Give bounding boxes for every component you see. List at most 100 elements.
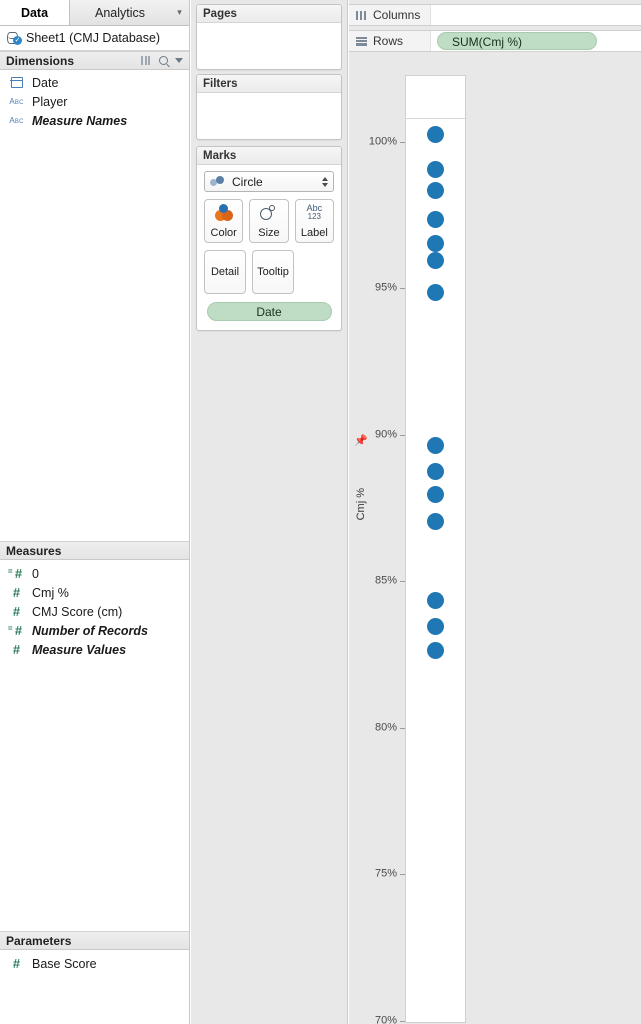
marks-pill-date[interactable]: Date [206,302,332,321]
marks-tooltip-button[interactable]: Tooltip [252,250,294,294]
y-axis-tick-label: 90% [374,428,397,441]
tab-analytics[interactable]: Analytics [70,0,170,25]
measure-measure-values-label: Measure Values [32,642,127,657]
chart-mark-circle[interactable] [427,252,444,270]
rows-shelf[interactable]: Rows SUM(Cmj %) [349,30,641,52]
hash-icon: # [12,956,21,971]
hash-icon: # [12,604,21,619]
abc-icon: Abc [9,97,24,106]
chart-mark-circle[interactable] [427,618,444,636]
chart-mark-circle[interactable] [427,436,444,454]
tab-data[interactable]: Data [0,0,70,25]
chart-mark-circle[interactable] [427,284,444,302]
chart-mark-circle[interactable] [427,462,444,480]
measure-cmj-score[interactable]: # CMJ Score (cm) [0,602,189,621]
search-icon[interactable] [159,56,168,65]
chevron-updown-icon[interactable] [322,176,328,187]
hash-calc-icon: # [8,567,25,580]
circle-marks-icon [210,176,225,187]
view-area: Columns Rows SUM(Cmj %) 📌 Cmj % 100% 95% 9… [349,0,641,1024]
sort-icon[interactable]: ▾ [170,0,189,25]
marks-card: Marks Circle Color Size Abc 123 Label De… [196,146,342,331]
y-axis[interactable]: 📌 Cmj % 100% 95% 90% 85% 80% 75% 70% [349,75,405,1024]
marks-size-button[interactable]: Size [249,199,289,243]
marks-label-label: Label [300,227,328,239]
chart-mark-circle[interactable] [427,641,444,659]
measures-header: Measures [0,541,189,560]
columns-shelf[interactable]: Columns [349,4,641,26]
dimension-player-label: Player [32,94,68,109]
data-pane: Data Analytics ▾ ✓ Sheet1 (CMJ Database)… [0,0,190,1024]
rows-pill-sum-cmj-pct[interactable]: SUM(Cmj %) [437,32,597,50]
pages-shelf-dropzone[interactable] [197,23,341,69]
chart-mark-circle[interactable] [427,126,444,144]
marks-label-button[interactable]: Abc 123 Label [294,199,334,243]
chart-mark-circle[interactable] [427,486,444,504]
measure-cmj-pct[interactable]: # Cmj % [0,583,189,602]
rows-shelf-dropzone[interactable]: SUM(Cmj %) [431,32,641,50]
chart-mark-circle[interactable] [427,512,444,530]
chart-mark-circle[interactable] [427,234,444,252]
filters-shelf-dropzone[interactable] [197,93,341,139]
y-axis-tick-label: 75% [374,867,397,880]
y-axis-tick-label: 80% [374,721,397,734]
chart-mark-circle[interactable] [427,181,444,199]
label-icon-123: 123 [307,212,321,221]
marks-card-body: Circle Color Size Abc 123 Label Detail T… [197,165,341,330]
dimensions-empty-space [0,128,189,539]
mark-type-dropdown[interactable]: Circle [204,171,334,192]
grid-icon[interactable] [141,56,152,65]
marks-detail-button[interactable]: Detail [204,250,246,294]
hash-calc-icon: # [8,624,25,637]
measure-number-of-records-label: Number of Records [32,623,148,638]
measure-measure-values[interactable]: # Measure Values [0,640,189,659]
calendar-icon [8,77,25,88]
datasource-row[interactable]: ✓ Sheet1 (CMJ Database) [0,26,189,51]
datasource-label: Sheet1 (CMJ Database) [26,31,161,45]
measures-field-list: # 0 # Cmj % # CMJ Score (cm) # Number of… [0,561,189,659]
marks-detail-label: Detail [210,266,240,278]
parameters-title: Parameters [6,933,72,948]
rows-shelf-label: Rows [349,31,431,51]
cards-column: Pages Filters Marks Circle Color Size Ab… [191,0,348,1024]
chevron-down-icon[interactable] [175,58,183,63]
dimensions-header-icons [141,56,183,65]
plot-area[interactable] [406,120,465,1022]
worksheet-canvas: 📌 Cmj % 100% 95% 90% 85% 80% 75% 70% [349,62,641,1024]
measures-title: Measures [6,543,62,558]
y-axis-title: Cmj % [355,488,367,521]
chart-mark-circle[interactable] [427,591,444,609]
marks-card-title: Marks [197,147,341,165]
columns-label-text: Columns [373,8,421,22]
parameters-header: Parameters [0,931,189,950]
measure-zero[interactable]: # 0 [0,564,189,583]
chart-mark-circle[interactable] [427,211,444,229]
tableau-worksheet: Data Analytics ▾ ✓ Sheet1 (CMJ Database)… [0,0,641,1024]
dimension-player[interactable]: Abc Player [0,92,189,111]
rows-icon [356,36,367,46]
columns-icon [356,10,367,20]
size-icon [250,200,287,225]
pin-icon[interactable]: 📌 [354,435,368,447]
hash-icon: # [12,585,21,600]
filters-card-title: Filters [197,75,341,93]
column-header-band [406,76,465,119]
dimension-date[interactable]: Date [0,73,189,92]
dimension-date-label: Date [32,75,59,90]
y-axis-tick-label: 85% [374,574,397,587]
chart-mark-circle[interactable] [427,161,444,179]
filters-card: Filters [196,74,342,140]
columns-shelf-label: Columns [349,5,431,25]
marks-color-label: Color [210,227,237,239]
parameter-base-score-label: Base Score [32,956,97,971]
y-axis-tick-label: 95% [374,281,397,294]
parameter-base-score[interactable]: # Base Score [0,954,189,973]
measure-number-of-records[interactable]: # Number of Records [0,621,189,640]
abc-icon: Abc [9,116,24,125]
hash-icon: # [12,642,21,657]
dimensions-header: Dimensions [0,51,189,70]
marks-color-button[interactable]: Color [204,199,244,243]
dimensions-field-list: Date Abc Player Abc Measure Names [0,70,189,130]
pages-card: Pages [196,4,342,70]
marks-tooltip-label: Tooltip [257,266,289,278]
